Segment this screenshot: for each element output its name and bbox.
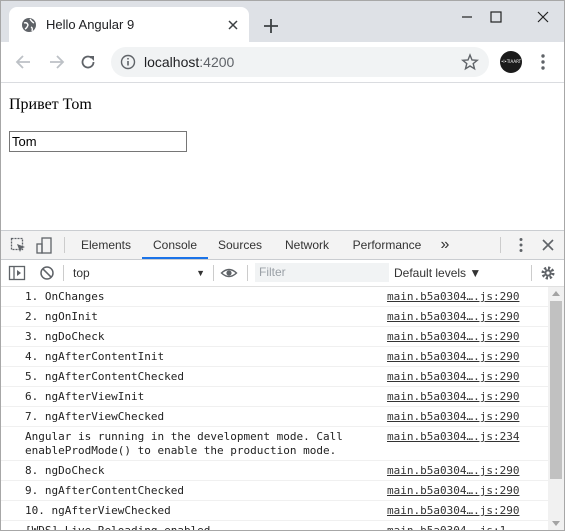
divider <box>63 265 64 281</box>
inspect-element-icon[interactable] <box>10 237 28 255</box>
scroll-down-icon[interactable] <box>552 521 560 526</box>
console-message: 1. OnChanges main.b5a0304….js:290 <box>1 287 548 307</box>
console-message: 2. ngOnInit main.b5a0304….js:290 <box>1 307 548 327</box>
console-message-text: Angular is running in the development mo… <box>25 430 343 457</box>
tab-title: Hello Angular 9 <box>46 17 135 32</box>
url-port: :4200 <box>199 54 235 70</box>
console-toolbar: top ▼ Filter Default levels ▼ <box>1 260 564 287</box>
console-message: 7. ngAfterViewChecked main.b5a0304….js:29… <box>1 407 548 427</box>
console-message: [WDS] Live Reloading enabled. main.b5a030… <box>1 521 548 531</box>
reload-icon[interactable] <box>78 52 98 72</box>
console-message: 10. ngAfterViewChecked main.b5a0304….js:2… <box>1 501 548 521</box>
back-arrow-icon[interactable] <box>14 52 34 72</box>
console-message-text: 5. ngAfterContentChecked <box>25 370 184 383</box>
divider <box>531 265 532 281</box>
console-source-link[interactable]: main.b5a0304….js:290 <box>387 350 519 364</box>
devtools-tab-bar: Elements Console Sources Network Perform… <box>1 231 564 260</box>
console-source-link[interactable]: main.b5a0304….js:290 <box>387 464 519 478</box>
divider <box>213 265 214 281</box>
eye-icon[interactable] <box>220 264 238 282</box>
console-message-text: 7. ngAfterViewChecked <box>25 410 165 423</box>
devtools-panel: Elements Console Sources Network Perform… <box>1 230 564 531</box>
console-message-text: 1. OnChanges <box>25 290 105 303</box>
context-select[interactable]: top ▼ <box>69 263 209 283</box>
tab-console[interactable]: Console <box>142 231 208 259</box>
divider <box>500 237 501 253</box>
name-input[interactable]: Tom <box>9 131 187 152</box>
console-source-link[interactable]: main.b5a0304….js:290 <box>387 290 519 304</box>
console-message-text: [WDS] Live Reloading enabled. <box>25 524 218 531</box>
profile-avatar[interactable]: •I•TIAART <box>500 51 522 73</box>
address-bar[interactable]: localhost:4200 <box>111 47 489 77</box>
console-message-text: 2. ngOnInit <box>25 310 98 323</box>
console-source-link[interactable]: main.b5a0304….js:290 <box>387 410 519 424</box>
globe-icon <box>22 18 36 32</box>
sidebar-toggle-icon[interactable] <box>8 264 26 282</box>
gear-icon[interactable] <box>539 264 557 282</box>
new-tab-icon[interactable] <box>262 17 280 35</box>
console-message-text: 10. ngAfterViewChecked <box>25 504 171 517</box>
more-tabs-icon[interactable]: » <box>435 231 455 259</box>
tab-network[interactable]: Network <box>275 231 339 259</box>
tab-elements[interactable]: Elements <box>73 231 139 259</box>
more-menu-icon[interactable] <box>534 52 552 72</box>
console-source-link[interactable]: main.b5a0304….js:1 <box>387 524 506 530</box>
close-tab-icon[interactable] <box>225 17 241 33</box>
minimize-icon[interactable] <box>453 7 481 27</box>
console-message-text: 4. ngAfterContentInit <box>25 350 165 363</box>
chevron-down-icon: ▼ <box>196 268 205 278</box>
divider <box>247 265 248 281</box>
forward-arrow-icon[interactable] <box>46 52 66 72</box>
avatar-label: •I•TIAART <box>500 59 522 64</box>
console-source-link[interactable]: main.b5a0304….js:290 <box>387 370 519 384</box>
console-message: 3. ngDoCheck main.b5a0304….js:290 <box>1 327 548 347</box>
tab-sources[interactable]: Sources <box>209 231 271 259</box>
browser-toolbar: localhost:4200 •I•TIAART <box>1 42 564 83</box>
greeting-text: Привет Tom <box>9 96 92 113</box>
console-message: 6. ngAfterViewInit main.b5a0304….js:290 <box>1 387 548 407</box>
console-scrollbar[interactable] <box>548 287 564 530</box>
maximize-icon[interactable] <box>482 7 510 27</box>
console-message: 4. ngAfterContentInit main.b5a0304….js:29… <box>1 347 548 367</box>
console-message-text: 3. ngDoCheck <box>25 330 105 343</box>
close-window-icon[interactable] <box>529 7 557 27</box>
context-value: top <box>73 266 90 280</box>
scroll-up-icon[interactable] <box>552 291 560 296</box>
console-source-link[interactable]: main.b5a0304….js:290 <box>387 330 519 344</box>
browser-tab[interactable]: Hello Angular 9 <box>9 7 249 42</box>
console-source-link[interactable]: main.b5a0304….js:290 <box>387 484 519 498</box>
console-message: 5. ngAfterContentChecked main.b5a0304….js… <box>1 367 548 387</box>
device-toolbar-icon[interactable] <box>36 237 54 255</box>
console-source-link[interactable]: main.b5a0304….js:290 <box>387 310 519 324</box>
page-viewport: Привет Tom Tom <box>1 83 564 230</box>
console-message: Angular is running in the development mo… <box>1 427 548 461</box>
tab-performance[interactable]: Performance <box>345 231 429 259</box>
filter-input[interactable]: Filter <box>255 263 389 282</box>
url-text: localhost:4200 <box>144 54 234 70</box>
console-source-link[interactable]: main.b5a0304….js:234 <box>387 430 519 444</box>
console-message-text: 6. ngAfterViewInit <box>25 390 145 403</box>
log-levels-dropdown[interactable]: Default levels ▼ <box>394 263 481 283</box>
bookmark-star-icon[interactable] <box>461 53 479 71</box>
tab-strip: Hello Angular 9 <box>1 1 564 42</box>
console-message-text: 9. ngAfterContentChecked <box>25 484 184 497</box>
url-host: localhost <box>144 54 200 70</box>
scrollbar-thumb[interactable] <box>550 301 562 479</box>
clear-console-icon[interactable] <box>38 264 56 282</box>
divider <box>64 237 65 253</box>
console-source-link[interactable]: main.b5a0304….js:290 <box>387 504 519 518</box>
console-message: 8. ngDoCheck main.b5a0304….js:290 <box>1 461 548 481</box>
close-devtools-icon[interactable] <box>539 236 557 254</box>
devtools-menu-icon[interactable] <box>512 236 530 254</box>
console-message: 9. ngAfterContentChecked main.b5a0304….js… <box>1 481 548 501</box>
info-icon[interactable] <box>120 54 136 70</box>
console-message-text: 8. ngDoCheck <box>25 464 105 477</box>
console-log: 1. OnChanges main.b5a0304….js:290 2. ngOnI… <box>1 287 548 531</box>
browser-window: Hello Angular 9 localhost:4200 •I•TIAART… <box>0 0 565 531</box>
console-source-link[interactable]: main.b5a0304….js:290 <box>387 390 519 404</box>
